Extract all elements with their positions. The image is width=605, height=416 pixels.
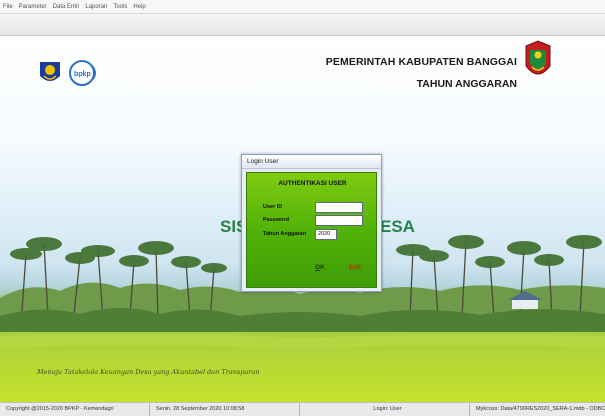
status-copyright: Copyright @2015-2020 BPKP - Kemendagri [0, 403, 150, 416]
password-label: Password [263, 217, 289, 223]
user-id-input[interactable] [315, 202, 363, 213]
budget-year-title: TAHUN ANGGARAN [416, 78, 517, 90]
menu-tools[interactable]: Tools [113, 4, 127, 10]
login-heading: AUTHENTIKASI USER [278, 180, 347, 187]
menu-laporan[interactable]: Laporan [85, 4, 107, 10]
user-id-label: User ID [263, 204, 283, 210]
status-bar: Copyright @2015-2020 BPKP - Kemendagri S… [0, 402, 605, 416]
ok-button[interactable]: OK [315, 264, 325, 271]
kabupaten-banggai-emblem [525, 40, 551, 75]
kemendagri-bpkp-logo: bpkp [40, 60, 96, 86]
menu-help[interactable]: Help [133, 4, 145, 10]
password-input[interactable] [315, 215, 363, 226]
status-database: Mykcoss: Data/4790RES2020_SERA-1.mdb - O… [476, 406, 605, 412]
app-title-right: ESA [380, 217, 415, 236]
menu-data-entri[interactable]: Data Entri [53, 4, 80, 10]
bpkp-logo-text: bpkp [74, 71, 91, 78]
login-form: AUTHENTIKASI USER User ID Password Tahun… [246, 172, 377, 288]
budget-year-label: Tahun Anggaran [263, 231, 307, 237]
login-dialog: Login User AUTHENTIKASI USER User ID Pas… [241, 154, 382, 292]
toolbar [0, 14, 605, 36]
motto-text: Menuju Tatakelola Keuangan Desa yang Aku… [37, 368, 260, 376]
budget-year-input[interactable]: 2020 [315, 229, 337, 240]
dialog-title-bar[interactable]: Login User [242, 155, 381, 169]
status-login-user: Login: User [300, 403, 470, 416]
menu-bar: File Parameter Data Entri Laporan Tools … [0, 0, 605, 14]
government-title: PEMERINTAH KABUPATEN BANGGAI [325, 56, 517, 68]
exit-button[interactable]: Exit [349, 264, 361, 271]
menu-parameter[interactable]: Parameter [19, 4, 47, 10]
menu-file[interactable]: File [3, 4, 13, 10]
status-datetime: Senin, 28 September 2020 10:08:58 [150, 403, 300, 416]
